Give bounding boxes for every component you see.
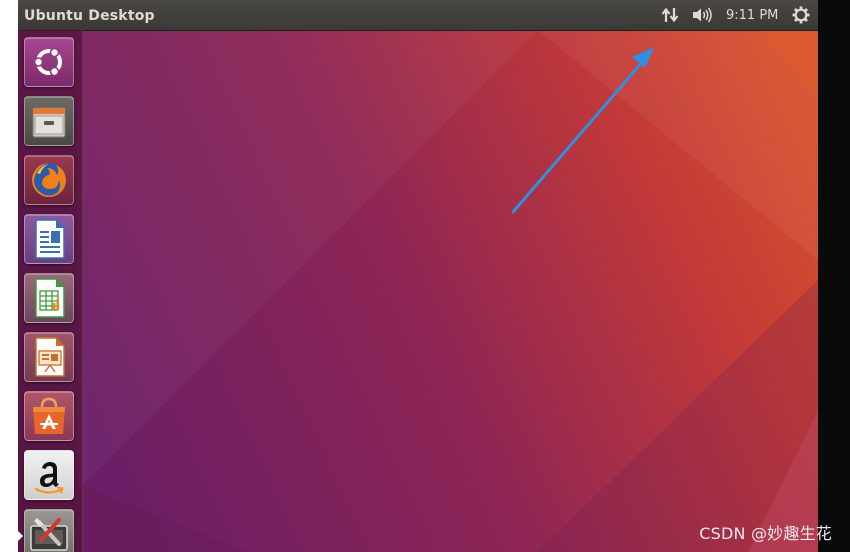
left-margin bbox=[0, 0, 18, 552]
settings-tools-icon bbox=[30, 518, 68, 551]
launcher-active-pip bbox=[18, 531, 23, 541]
launcher-item-writer[interactable] bbox=[24, 214, 74, 264]
volume-indicator[interactable] bbox=[690, 0, 716, 30]
launcher-item-impress[interactable] bbox=[24, 332, 74, 382]
clock[interactable]: 9:11 PM bbox=[726, 0, 778, 32]
launcher-item-system-settings[interactable] bbox=[24, 509, 74, 552]
launcher-item-files[interactable] bbox=[24, 96, 74, 146]
top-panel: Ubuntu Desktop 9:11 PM bbox=[18, 0, 818, 31]
unity-launcher bbox=[18, 30, 83, 552]
shopping-bag-a-icon bbox=[33, 397, 65, 434]
network-indicator[interactable] bbox=[658, 0, 682, 30]
launcher-item-calc[interactable] bbox=[24, 273, 74, 323]
launcher-item-amazon[interactable] bbox=[24, 450, 74, 500]
writer-document-icon bbox=[35, 219, 65, 259]
launcher-item-dash[interactable] bbox=[24, 37, 74, 87]
launcher-item-software[interactable] bbox=[24, 391, 74, 441]
amazon-a-icon bbox=[34, 462, 64, 494]
watermark: CSDN @妙趣生花 bbox=[699, 524, 832, 543]
ubuntu-logo-icon bbox=[33, 47, 62, 77]
right-margin bbox=[818, 0, 850, 552]
network-updown-icon bbox=[661, 7, 679, 23]
session-menu[interactable] bbox=[790, 0, 812, 30]
calc-spreadsheet-icon bbox=[35, 278, 65, 318]
speaker-volume-icon bbox=[693, 7, 712, 23]
window-title: Ubuntu Desktop bbox=[24, 8, 155, 24]
ubuntu-desktop-screen: Ubuntu Desktop 9:11 PM bbox=[18, 0, 818, 552]
firefox-icon bbox=[32, 163, 66, 197]
gear-power-icon bbox=[792, 6, 810, 24]
impress-presentation-icon bbox=[35, 337, 65, 377]
desktop-wallpaper bbox=[18, 30, 818, 552]
launcher-item-firefox[interactable] bbox=[24, 155, 74, 205]
file-cabinet-icon bbox=[32, 107, 66, 138]
